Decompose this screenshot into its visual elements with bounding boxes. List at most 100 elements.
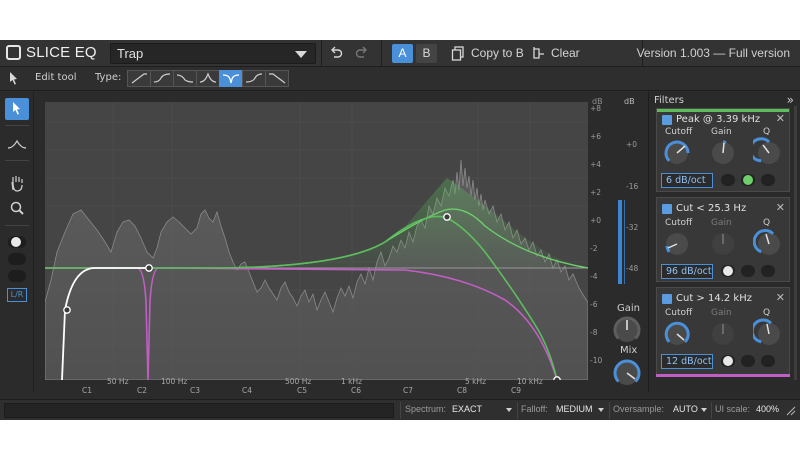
- note-label: C7: [403, 386, 414, 395]
- channel-toggle[interactable]: [761, 355, 775, 367]
- slope-selector[interactable]: 6 dB/oct: [661, 173, 713, 188]
- close-icon[interactable]: ✕: [776, 112, 785, 125]
- clear-button[interactable]: Clear: [551, 46, 580, 60]
- filter-enable-checkbox[interactable]: [662, 204, 672, 214]
- zoom-tool-button[interactable]: [5, 198, 29, 220]
- note-label: C2: [137, 386, 148, 395]
- state-b-button[interactable]: B: [416, 44, 437, 63]
- q-label: Q: [763, 127, 771, 137]
- gain-knob[interactable]: [707, 137, 739, 169]
- q-label: Q: [763, 308, 771, 318]
- oversample-select[interactable]: AUTO: [673, 404, 698, 414]
- spectrum-select[interactable]: EXACT: [452, 404, 482, 414]
- eq-graph[interactable]: [45, 102, 588, 380]
- lr-mode-button[interactable]: L/R: [7, 288, 27, 302]
- close-icon[interactable]: ✕: [776, 201, 785, 214]
- db-tick: +4: [590, 160, 602, 169]
- cutoff-knob[interactable]: [661, 228, 693, 260]
- ui-scale-value[interactable]: 400%: [756, 404, 779, 414]
- type-high-shelf-button[interactable]: [242, 70, 266, 87]
- peak-handle[interactable]: [443, 213, 451, 221]
- expand-panel-button[interactable]: »: [787, 93, 794, 107]
- type-low-shelf-button[interactable]: [150, 70, 174, 87]
- output-level-meter: [618, 200, 622, 284]
- redo-icon[interactable]: [354, 45, 370, 61]
- undo-icon[interactable]: [328, 45, 344, 61]
- slope-selector[interactable]: 96 dB/oct: [661, 264, 713, 279]
- type-bell-dip-button[interactable]: [173, 70, 197, 87]
- channel-toggle[interactable]: [721, 174, 735, 186]
- channel-toggle[interactable]: [761, 174, 775, 186]
- q-knob[interactable]: [753, 318, 785, 350]
- curve-tool-button[interactable]: [5, 134, 29, 156]
- type-label: Type:: [95, 72, 122, 83]
- frequency-axis: 50 Hz 100 Hz 500 Hz 1 kHz 5 kHz 10 kHz C…: [45, 377, 588, 399]
- gain-knob-label: Gain: [711, 218, 732, 228]
- type-low-cut-button[interactable]: [127, 70, 151, 87]
- hand-tool-button[interactable]: [5, 172, 29, 194]
- channel-toggle-stereo[interactable]: [8, 236, 26, 248]
- notch-handle[interactable]: [145, 264, 153, 272]
- lowcut-handle[interactable]: [63, 306, 71, 314]
- channel-toggle-left[interactable]: [8, 253, 26, 265]
- cutoff-knob[interactable]: [661, 137, 693, 169]
- channel-toggle-right[interactable]: [8, 270, 26, 282]
- channel-toggle[interactable]: [761, 265, 775, 277]
- select-tool-button[interactable]: [5, 98, 29, 120]
- meter-tick: -16: [626, 182, 639, 191]
- note-label: C6: [351, 386, 362, 395]
- mix-knob[interactable]: [612, 358, 642, 388]
- filter-card-lowcut[interactable]: Cut < 25.3 Hz ✕ Cutoff Gain Q 96 dB/oct: [656, 197, 790, 282]
- status-message-field: [4, 403, 394, 418]
- filter-card-highcut[interactable]: Cut > 14.2 kHz ✕ Cutoff Gain Q 12 dB/oct: [656, 287, 790, 377]
- q-knob[interactable]: [753, 137, 785, 169]
- eq-graph-canvas[interactable]: [45, 102, 588, 380]
- type-high-cut-button[interactable]: [265, 70, 289, 87]
- type-notch-button[interactable]: [219, 70, 243, 87]
- status-bar: Spectrum: EXACT Falloff: MEDIUM Oversamp…: [0, 399, 800, 420]
- resize-grip-icon[interactable]: [784, 404, 796, 416]
- filters-title: Filters: [654, 95, 684, 106]
- filter-card-peak[interactable]: Peak @ 3.39 kHz ✕ Cutoff Gain Q 6 dB/oct: [656, 108, 790, 192]
- channel-toggle[interactable]: [741, 355, 755, 367]
- channel-toggle[interactable]: [721, 265, 735, 277]
- copy-icon: [451, 46, 464, 61]
- gain-knob[interactable]: [612, 315, 642, 345]
- filter-enable-checkbox[interactable]: [662, 294, 672, 304]
- type-peak-button[interactable]: [196, 70, 220, 87]
- freq-label: 10 kHz: [517, 377, 543, 386]
- copy-to-b-button[interactable]: Copy to B: [471, 46, 524, 60]
- db-meter-header: dB: [624, 97, 635, 106]
- gain-label: Gain: [617, 303, 640, 314]
- divider: [381, 40, 382, 67]
- falloff-select[interactable]: MEDIUM: [556, 404, 593, 414]
- filter-title: Cut > 14.2 kHz: [676, 293, 752, 304]
- close-icon[interactable]: ✕: [776, 291, 785, 304]
- high-cut-icon: [269, 73, 286, 84]
- channel-toggle[interactable]: [741, 174, 755, 186]
- note-label: C8: [457, 386, 468, 395]
- q-knob[interactable]: [753, 228, 785, 260]
- gain-knob[interactable]: [707, 318, 739, 350]
- filter-enable-checkbox[interactable]: [662, 115, 672, 125]
- gain-knob[interactable]: [707, 228, 739, 260]
- state-a-button[interactable]: A: [392, 44, 413, 63]
- app-logo: SLICE EQ: [6, 44, 97, 61]
- slope-unit: dB/oct: [681, 266, 712, 277]
- toolbar: Edit tool Type:: [0, 67, 800, 91]
- cutoff-label: Cutoff: [665, 308, 693, 318]
- filter-type-group: [127, 70, 289, 87]
- channel-toggle[interactable]: [741, 265, 755, 277]
- channel-toggle[interactable]: [721, 355, 735, 367]
- divider: [5, 125, 29, 126]
- slope-value: 96: [666, 266, 679, 277]
- db-tick: -6: [590, 300, 598, 309]
- cutoff-label: Cutoff: [665, 218, 693, 228]
- db-tick: +8: [590, 104, 602, 113]
- slope-selector[interactable]: 12 dB/oct: [661, 354, 713, 369]
- cutoff-knob[interactable]: [661, 318, 693, 350]
- db-tick: +0: [590, 216, 602, 225]
- filters-scrollbar[interactable]: [794, 106, 797, 380]
- gain-knob-label: Gain: [711, 127, 732, 137]
- preset-selector[interactable]: Trap: [110, 43, 316, 64]
